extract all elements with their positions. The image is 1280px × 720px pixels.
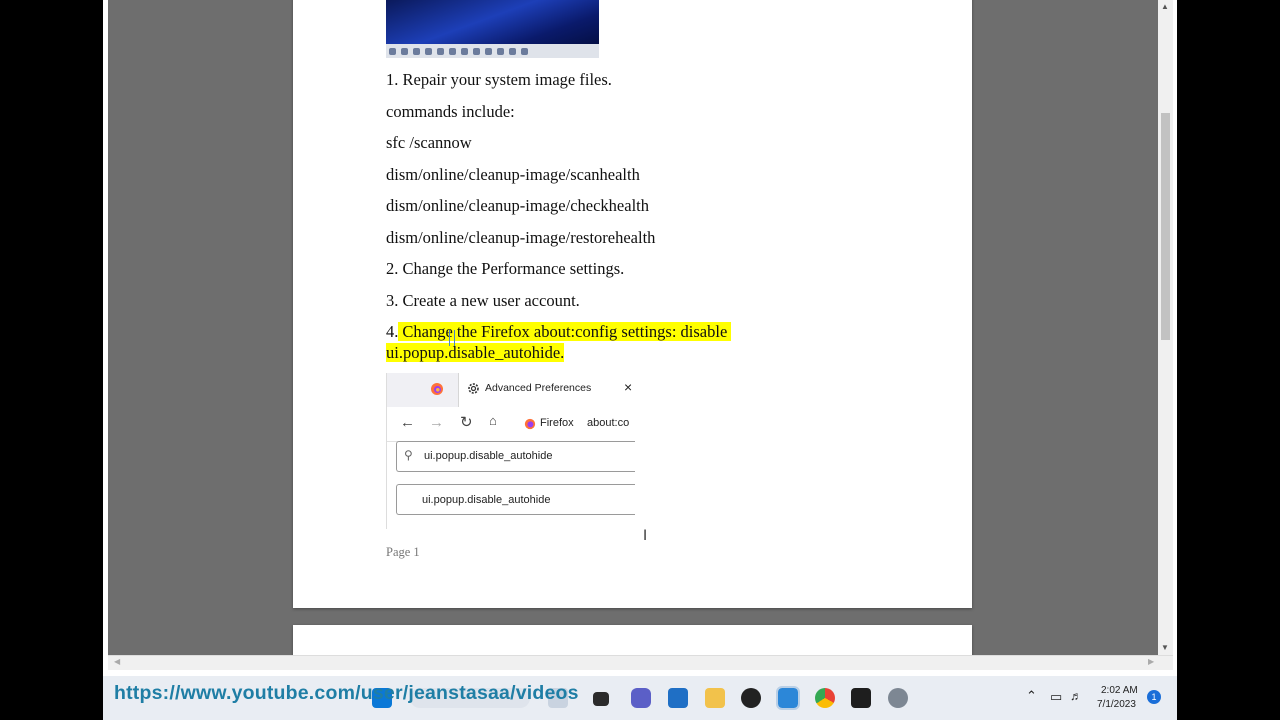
close-icon: × bbox=[624, 379, 633, 395]
forward-arrow-icon: → bbox=[429, 414, 444, 431]
scroll-up-icon[interactable]: ▲ bbox=[1161, 2, 1169, 11]
scroll-left-icon[interactable]: ◀ bbox=[114, 657, 120, 666]
gear-icon bbox=[468, 383, 479, 394]
back-arrow-icon: ← bbox=[400, 414, 415, 431]
vertical-scrollbar[interactable]: ▲ ▼ bbox=[1158, 0, 1173, 655]
step-1-text: 1. Repair your system image files. bbox=[386, 70, 612, 89]
firefox-logo-icon bbox=[524, 418, 536, 430]
firefox-logo-icon bbox=[431, 383, 443, 395]
scroll-right-icon[interactable]: ▶ bbox=[1148, 657, 1154, 666]
command-scanhealth: dism/online/cleanup-image/scanhealth bbox=[386, 165, 640, 184]
file-explorer-icon[interactable] bbox=[705, 688, 725, 708]
browser-label: Firefox bbox=[540, 417, 574, 429]
step-3-text: 3. Create a new user account. bbox=[386, 291, 580, 310]
clock-date[interactable]: 7/1/2023 bbox=[1097, 699, 1136, 710]
document-text[interactable]: 1. Repair your system image files. comma… bbox=[386, 0, 786, 370]
page-number: Page 1 bbox=[386, 545, 420, 559]
channel-url-overlay: https://www.youtube.com/user/jeanstasaa/… bbox=[114, 682, 579, 704]
volume-icon[interactable]: ♬ bbox=[1070, 689, 1082, 703]
terminal-icon[interactable] bbox=[851, 688, 871, 708]
preference-name: ui.popup.disable_autohide bbox=[422, 494, 551, 506]
notification-badge[interactable]: 1 bbox=[1147, 690, 1161, 704]
commands-label: commands include: bbox=[386, 102, 515, 121]
media-player-icon[interactable] bbox=[741, 688, 761, 708]
highlighted-text: ui.popup.disable_autohide. bbox=[386, 343, 565, 362]
browser-tab-strip: Advanced Preferences × bbox=[387, 373, 635, 407]
settings-gear-icon[interactable] bbox=[888, 688, 908, 708]
firefox-about-config-screenshot: Advanced Preferences × ← → ↻ ⌂ Firefox a… bbox=[386, 373, 635, 529]
advanced-preferences-tab: Advanced Preferences × bbox=[458, 373, 635, 407]
teams-icon[interactable] bbox=[631, 688, 651, 708]
clock-time[interactable]: 2:02 AM bbox=[1101, 685, 1138, 696]
step-4-line-2: ui.popup.disable_autohide. bbox=[386, 343, 565, 363]
show-hidden-icons-icon[interactable]: ⌃ bbox=[1026, 688, 1037, 704]
reload-icon: ↻ bbox=[460, 414, 473, 431]
browser-nav-bar: ← → ↻ ⌂ Firefox about:co bbox=[387, 407, 635, 442]
selection-caret bbox=[449, 330, 455, 346]
firefox-tab bbox=[387, 373, 457, 407]
task-view-icon[interactable] bbox=[593, 692, 609, 706]
url-text: about:co bbox=[587, 417, 630, 429]
preference-result-row: ui.popup.disable_autohide bbox=[396, 484, 635, 515]
scroll-down-icon[interactable]: ▼ bbox=[1161, 643, 1169, 652]
network-icon[interactable]: ▭ bbox=[1050, 689, 1062, 705]
store-icon[interactable] bbox=[668, 688, 688, 708]
step-4-number: 4. bbox=[386, 322, 399, 341]
horizontal-scrollbar[interactable]: ◀ ▶ bbox=[108, 655, 1173, 670]
command-restorehealth: dism/online/cleanup-image/restorehealth bbox=[386, 228, 656, 247]
document-page-1: 1. Repair your system image files. comma… bbox=[293, 0, 972, 608]
step-2-text: 2. Change the Performance settings. bbox=[386, 259, 625, 278]
preference-search-field: ⚲ ui.popup.disable_autohide bbox=[396, 441, 635, 472]
command-checkhealth: dism/online/cleanup-image/checkhealth bbox=[386, 196, 649, 215]
active-app-icon[interactable] bbox=[776, 686, 800, 710]
document-page-2 bbox=[293, 625, 972, 655]
step-4-line-1: 4. Change the Firefox about:config settin… bbox=[386, 322, 732, 342]
tab-title: Advanced Preferences bbox=[485, 382, 592, 394]
vertical-scroll-thumb[interactable] bbox=[1161, 113, 1170, 340]
search-value: ui.popup.disable_autohide bbox=[424, 450, 553, 462]
search-icon: ⚲ bbox=[404, 448, 413, 462]
chrome-icon[interactable] bbox=[815, 688, 835, 708]
document-viewport[interactable]: 1. Repair your system image files. comma… bbox=[108, 0, 1158, 655]
home-icon: ⌂ bbox=[489, 413, 497, 428]
document-viewer-window: 1. Repair your system image files. comma… bbox=[103, 0, 1177, 720]
text-cursor-icon: I bbox=[643, 528, 648, 544]
command-sfc: sfc /scannow bbox=[386, 133, 472, 152]
